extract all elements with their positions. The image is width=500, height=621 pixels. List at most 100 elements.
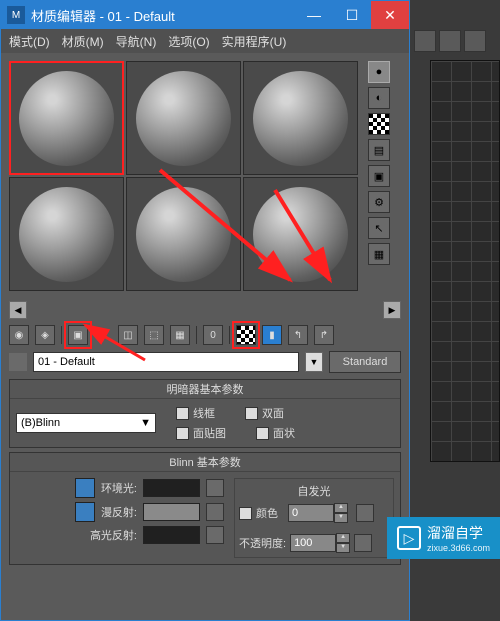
vp-tool-2[interactable] bbox=[439, 30, 461, 52]
sample-type-icon[interactable]: ● bbox=[368, 61, 390, 83]
material-id-icon[interactable]: 0 bbox=[203, 325, 223, 345]
show-end-result-icon[interactable]: ▮ bbox=[262, 325, 282, 345]
menu-utilities[interactable]: 实用程序(U) bbox=[222, 33, 287, 50]
options-icon[interactable]: ⚙ bbox=[368, 191, 390, 213]
material-type-button[interactable]: Standard bbox=[329, 351, 401, 373]
backlight-icon[interactable]: ◐ bbox=[368, 87, 390, 109]
menubar: 模式(D) 材质(M) 导航(N) 选项(O) 实用程序(U) bbox=[1, 29, 409, 53]
two-sided-checkbox[interactable] bbox=[245, 407, 258, 420]
spin-up[interactable]: ▲ bbox=[334, 503, 348, 513]
spin-down[interactable]: ▼ bbox=[336, 543, 350, 553]
watermark: ▷ 溜溜自学 zixue.3d66.com bbox=[387, 517, 500, 559]
opacity-label: 不透明度: bbox=[239, 535, 286, 551]
faceted-checkbox[interactable] bbox=[256, 427, 269, 440]
menu-mode[interactable]: 模式(D) bbox=[9, 33, 50, 50]
watermark-url: zixue.3d66.com bbox=[427, 543, 490, 553]
ambient-map-button[interactable] bbox=[206, 479, 224, 497]
close-button[interactable]: ✕ bbox=[371, 1, 409, 29]
diffuse-lock-icon[interactable] bbox=[75, 502, 95, 522]
opacity-map-button[interactable] bbox=[354, 534, 372, 552]
self-illum-value[interactable]: 0 bbox=[288, 504, 334, 522]
material-sphere-icon bbox=[253, 71, 348, 166]
vp-tool-1[interactable] bbox=[414, 30, 436, 52]
reset-map-icon[interactable]: ✕ bbox=[94, 326, 112, 344]
wire-checkbox[interactable] bbox=[176, 407, 189, 420]
sample-slot-5[interactable] bbox=[126, 177, 241, 291]
specular-label: 高光反射: bbox=[90, 527, 137, 543]
pick-material-icon[interactable] bbox=[9, 353, 27, 371]
video-check-icon[interactable]: ▣ bbox=[368, 165, 390, 187]
sample-slot-3[interactable] bbox=[243, 61, 358, 175]
app-icon: M bbox=[7, 6, 25, 24]
opacity-value[interactable]: 100 bbox=[290, 534, 336, 552]
select-by-material-icon[interactable]: ↖ bbox=[368, 217, 390, 239]
watermark-text: 溜溜自学 bbox=[427, 523, 490, 543]
specular-color-swatch[interactable] bbox=[143, 526, 200, 544]
viewport-grid[interactable] bbox=[430, 60, 500, 462]
put-to-library-icon[interactable]: ▦ bbox=[170, 325, 190, 345]
make-unique-icon[interactable]: ⬚ bbox=[144, 325, 164, 345]
sample-slot-1[interactable] bbox=[9, 61, 124, 175]
self-illum-color-checkbox[interactable] bbox=[239, 507, 252, 520]
sample-slots-area bbox=[1, 53, 366, 299]
separator bbox=[229, 326, 230, 344]
material-editor-window: M 材质编辑器 - 01 - Default — ☐ ✕ 模式(D) 材质(M)… bbox=[0, 0, 410, 621]
sample-scroll: ◀ ▶ bbox=[1, 299, 409, 321]
menu-navigate[interactable]: 导航(N) bbox=[116, 33, 157, 50]
shader-rollout: 明暗器基本参数 (B)Blinn ▼ 线框 双面 面贴图 面状 bbox=[9, 379, 401, 448]
ambient-color-swatch[interactable] bbox=[143, 479, 200, 497]
maximize-button[interactable]: ☐ bbox=[333, 1, 371, 29]
menu-material[interactable]: 材质(M) bbox=[62, 33, 104, 50]
go-forward-icon[interactable]: ↱ bbox=[314, 325, 334, 345]
make-copy-icon[interactable]: ◫ bbox=[118, 325, 138, 345]
blinn-rollout-header[interactable]: Blinn 基本参数 bbox=[10, 453, 400, 472]
material-name-field[interactable]: 01 - Default bbox=[33, 352, 299, 372]
material-name-row: 01 - Default ▼ Standard bbox=[1, 349, 409, 375]
ambient-lock-icon[interactable] bbox=[75, 478, 95, 498]
put-to-scene-icon[interactable]: ◈ bbox=[35, 325, 55, 345]
vp-tool-3[interactable] bbox=[464, 30, 486, 52]
sample-tools-column: ● ◐ ▤ ▣ ⚙ ↖ ▦ bbox=[366, 53, 392, 299]
specular-map-button[interactable] bbox=[206, 526, 224, 544]
self-illum-map-button[interactable] bbox=[356, 504, 374, 522]
play-icon: ▷ bbox=[397, 526, 421, 550]
face-map-checkbox[interactable] bbox=[176, 427, 189, 440]
show-map-in-viewport-icon[interactable] bbox=[236, 325, 256, 345]
sample-slot-6[interactable] bbox=[243, 177, 358, 291]
scroll-right-button[interactable]: ▶ bbox=[383, 301, 401, 319]
material-map-navigator-icon[interactable]: ▦ bbox=[368, 243, 390, 265]
spin-down[interactable]: ▼ bbox=[334, 513, 348, 523]
shader-type-value: (B)Blinn bbox=[21, 417, 60, 429]
go-to-parent-icon[interactable]: ↰ bbox=[288, 325, 308, 345]
material-sphere-icon bbox=[19, 71, 114, 166]
ambient-label: 环境光: bbox=[101, 480, 137, 496]
chevron-down-icon: ▼ bbox=[140, 417, 151, 429]
scroll-left-button[interactable]: ◀ bbox=[9, 301, 27, 319]
separator bbox=[61, 326, 62, 344]
name-dropdown-button[interactable]: ▼ bbox=[305, 352, 323, 372]
material-sphere-icon bbox=[136, 187, 231, 282]
diffuse-map-button[interactable] bbox=[206, 503, 224, 521]
menu-options[interactable]: 选项(O) bbox=[168, 33, 209, 50]
material-sphere-icon bbox=[19, 187, 114, 282]
separator bbox=[196, 326, 197, 344]
background-icon[interactable] bbox=[368, 113, 390, 135]
sample-slot-2[interactable] bbox=[126, 61, 241, 175]
shader-rollout-header[interactable]: 明暗器基本参数 bbox=[10, 380, 400, 399]
diffuse-label: 漫反射: bbox=[101, 504, 137, 520]
sample-uv-icon[interactable]: ▤ bbox=[368, 139, 390, 161]
spin-up[interactable]: ▲ bbox=[336, 533, 350, 543]
window-title: 材质编辑器 - 01 - Default bbox=[31, 6, 295, 25]
wire-label: 线框 bbox=[193, 405, 215, 421]
assign-to-selection-icon[interactable]: ▣ bbox=[68, 325, 88, 345]
shader-type-select[interactable]: (B)Blinn ▼ bbox=[16, 413, 156, 433]
faceted-label: 面状 bbox=[273, 425, 295, 441]
titlebar[interactable]: M 材质编辑器 - 01 - Default — ☐ ✕ bbox=[1, 1, 409, 29]
two-sided-label: 双面 bbox=[262, 405, 284, 421]
minimize-button[interactable]: — bbox=[295, 1, 333, 29]
sample-slot-4[interactable] bbox=[9, 177, 124, 291]
get-material-icon[interactable]: ◉ bbox=[9, 325, 29, 345]
viewport-toolbar bbox=[414, 30, 486, 52]
material-sphere-icon bbox=[253, 187, 348, 282]
diffuse-color-swatch[interactable] bbox=[143, 503, 200, 521]
